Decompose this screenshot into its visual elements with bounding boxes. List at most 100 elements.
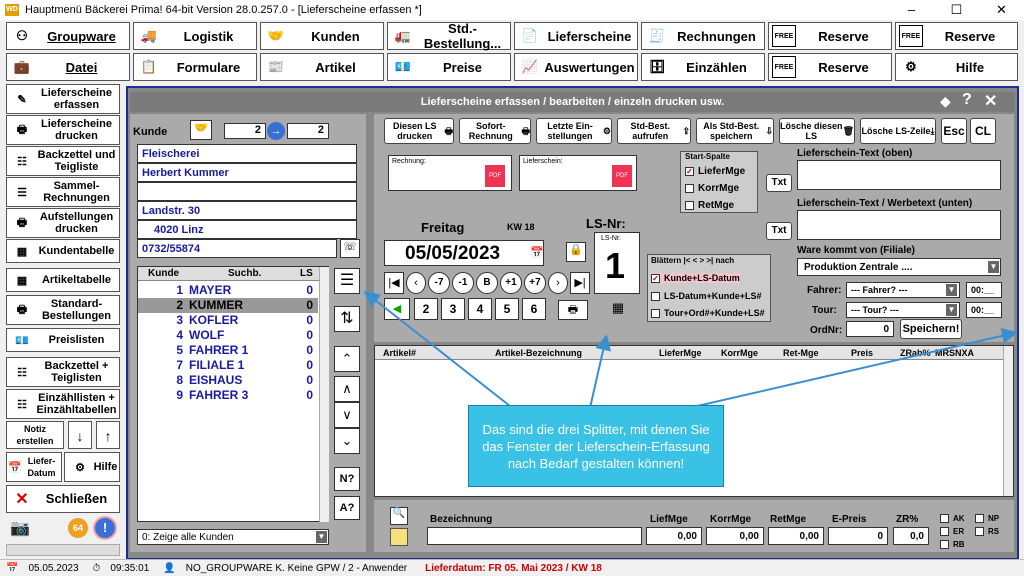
search-icon[interactable]: 🔍 [390, 507, 408, 525]
delete-ls-button[interactable]: Lösche diesen LS 🗑 [779, 118, 855, 144]
retmge-input[interactable]: 0,00 [768, 527, 824, 545]
arrow-right-icon[interactable]: → [267, 122, 285, 140]
sofort-rechnung-button[interactable]: Sofort-Rechnung 🖶 [459, 118, 531, 144]
txt-unten-button[interactable]: Txt [766, 222, 792, 240]
table-row[interactable]: 7 FILIALE 10 [138, 358, 318, 373]
nav-preise[interactable]: 💶 Preise [387, 53, 511, 81]
sidebar-notiz[interactable]: Notiz erstellen [6, 421, 64, 449]
sidebar-backzettel-teiglisten[interactable]: ☷ Backzettel + Teiglisten [6, 357, 120, 387]
kunde-line-1[interactable]: Fleischerei [137, 144, 357, 163]
help-icon[interactable]: ? [962, 91, 972, 109]
epreis-input[interactable]: 0 [828, 527, 888, 545]
kunde-to-field[interactable]: 2 [287, 123, 329, 139]
nav-formulare[interactable]: 📋 Formulare [133, 53, 257, 81]
alert-icon[interactable]: ! [93, 516, 117, 540]
customer-filter-select[interactable]: 0: Zeige alle Kunden [137, 529, 329, 545]
sidebar-kundentabelle[interactable]: ▦ Kundentabelle [6, 239, 120, 263]
rechnung-doc[interactable]: Rechnung: PDF [388, 155, 512, 191]
flag-rs[interactable]: RS [975, 527, 999, 537]
nav-datei[interactable]: 💼 Datei [6, 53, 130, 81]
bezeichnung-input[interactable] [427, 527, 642, 545]
flag-np[interactable]: NP [975, 514, 999, 524]
kunde-line-5[interactable]: 4020 Linz [137, 220, 357, 239]
sort-icon[interactable]: ⇅ [334, 306, 360, 332]
table-row[interactable]: 1 MAYER 0 [138, 283, 318, 298]
zr-input[interactable]: 0,0 [893, 527, 929, 545]
minimize-button[interactable]: – [889, 0, 934, 20]
flag-er[interactable]: ER [940, 527, 964, 537]
nav-groupware[interactable]: ⚇ Groupware [6, 22, 130, 50]
date-input[interactable]: 05/05/2023 [384, 240, 544, 266]
phone-icon[interactable]: ☏ [340, 239, 360, 258]
calendar-icon[interactable]: 📅 [530, 246, 544, 259]
close-window-button[interactable]: ✕ [979, 0, 1024, 20]
table-row[interactable]: 8 EISHAUS 0 [138, 373, 318, 388]
double-up-icon[interactable]: ⌃ [334, 346, 360, 372]
nav-reserve-1[interactable]: FREE Reserve [768, 22, 892, 50]
liefmge-input[interactable]: 0,00 [646, 527, 702, 545]
nav-lieferscheine[interactable]: 📄 Lieferscheine [514, 22, 638, 50]
nav-reserve-2[interactable]: FREE Reserve [895, 22, 1018, 50]
std-best-speichern-button[interactable]: Als Std-Best. speichern ⇩ [696, 118, 774, 144]
nav-logistik[interactable]: 🚚 Logistik [133, 22, 257, 50]
table-row[interactable]: 5 FAHRER 10 [138, 343, 318, 358]
table-row[interactable]: 4 WOLF 0 [138, 328, 318, 343]
korrmge-input[interactable]: 0,00 [706, 527, 764, 545]
sidebar-aufstellungen[interactable]: 🖶 Aufstellungen drucken [6, 208, 120, 238]
badge-64-icon[interactable]: 64 [68, 518, 88, 538]
nav-kunden[interactable]: 🤝 Kunden [260, 22, 384, 50]
cl-button[interactable]: CL [970, 118, 996, 144]
sidebar-einzaehllisten[interactable]: ☷ Einzähllisten + Einzähltabellen [6, 389, 120, 419]
arrow-up-button[interactable]: ↑ [96, 421, 120, 449]
print-ls-button[interactable]: Diesen LS drucken 🖶 [384, 118, 454, 144]
radio-kunde-lsdatum[interactable]: ✓ Kunde+LS-Datum [651, 273, 740, 284]
handshake-icon[interactable]: 🤝 [190, 120, 212, 140]
diamond-icon[interactable]: ◆ [940, 93, 951, 110]
filiale-select[interactable]: Produktion Zentrale .... [797, 258, 1001, 276]
radio-korrmge[interactable]: KorrMge [685, 183, 739, 194]
camera-icon[interactable]: 📷 [10, 518, 34, 538]
txt-oben-button[interactable]: Txt [766, 174, 792, 192]
esc-button[interactable]: Esc [941, 118, 967, 144]
lieferschein-doc[interactable]: Lieferschein: PDF [519, 155, 637, 191]
nav-std-bestellung[interactable]: 🚛 Std.-Bestellung... [387, 21, 511, 51]
double-down-icon[interactable]: ⌄ [334, 428, 360, 454]
table-row[interactable]: 9 FAHRER 30 [138, 388, 318, 403]
ls-text-unten-input[interactable] [797, 210, 1001, 240]
color-swatch[interactable] [390, 528, 408, 546]
nav-artikel[interactable]: 📰 Artikel [260, 53, 384, 81]
down-icon[interactable]: ∨ [334, 402, 360, 428]
a-query-button[interactable]: A? [334, 496, 360, 520]
nav-hilfe[interactable]: ⚙ Hilfe [895, 53, 1018, 81]
sidebar-preislisten[interactable]: 💶 Preislisten [6, 328, 120, 352]
radio-liefermge[interactable]: ✓ LieferMge [685, 166, 745, 177]
chevron-down-icon[interactable]: ▼ [316, 531, 327, 543]
kunde-from-field[interactable]: 2 [224, 123, 266, 139]
table-row[interactable]: 3 KOFLER 0 [138, 313, 318, 328]
sidebar-standard-bestellungen[interactable]: 🖶 Standard-Bestellungen [6, 295, 120, 325]
sidebar-backzettel[interactable]: ☷ Backzettel und Teigliste [6, 146, 120, 176]
table-row[interactable]: 2 KUMMER 0 [138, 298, 318, 313]
std-best-aufrufen-button[interactable]: Std-Best. aufrufen ⇪ [617, 118, 691, 144]
sidebar-sammel-rechnungen[interactable]: ☰ Sammel-Rechnungen [6, 177, 120, 207]
kunde-line-6[interactable]: 0732/55874 [137, 239, 337, 258]
panel-close-icon[interactable]: ✕ [984, 91, 997, 111]
customer-list-scrollbar[interactable] [319, 267, 329, 522]
sidebar-lieferscheine-drucken[interactable]: 🖶 Lieferscheine drucken [6, 115, 120, 145]
sidebar-artikeltabelle[interactable]: ▦ Artikeltabelle [6, 268, 120, 292]
letzte-einstellungen-button[interactable]: Letzte Ein-stellungen ⚙ [536, 118, 612, 144]
kunde-line-4[interactable]: Landstr. 30 [137, 201, 357, 220]
sidebar-liefer-datum[interactable]: 📅 Liefer-Datum [6, 452, 62, 482]
radio-retmge[interactable]: RetMge [685, 200, 734, 211]
n-query-button[interactable]: N? [334, 467, 360, 491]
maximize-button[interactable]: ☐ [934, 0, 979, 20]
delete-ls-row-button[interactable]: Lösche LS-Zeile ⤓ [860, 118, 936, 144]
up-icon[interactable]: ∧ [334, 376, 360, 402]
flag-rb[interactable]: RB [940, 540, 965, 550]
nav-reserve-3[interactable]: FREE Reserve [768, 53, 892, 81]
flag-ak[interactable]: AK [940, 514, 965, 524]
kunde-line-3[interactable] [137, 182, 357, 201]
kunde-line-2[interactable]: Herbert Kummer [137, 163, 357, 182]
ls-text-oben-input[interactable] [797, 160, 1001, 190]
chevron-down-icon[interactable]: ▼ [988, 261, 999, 273]
